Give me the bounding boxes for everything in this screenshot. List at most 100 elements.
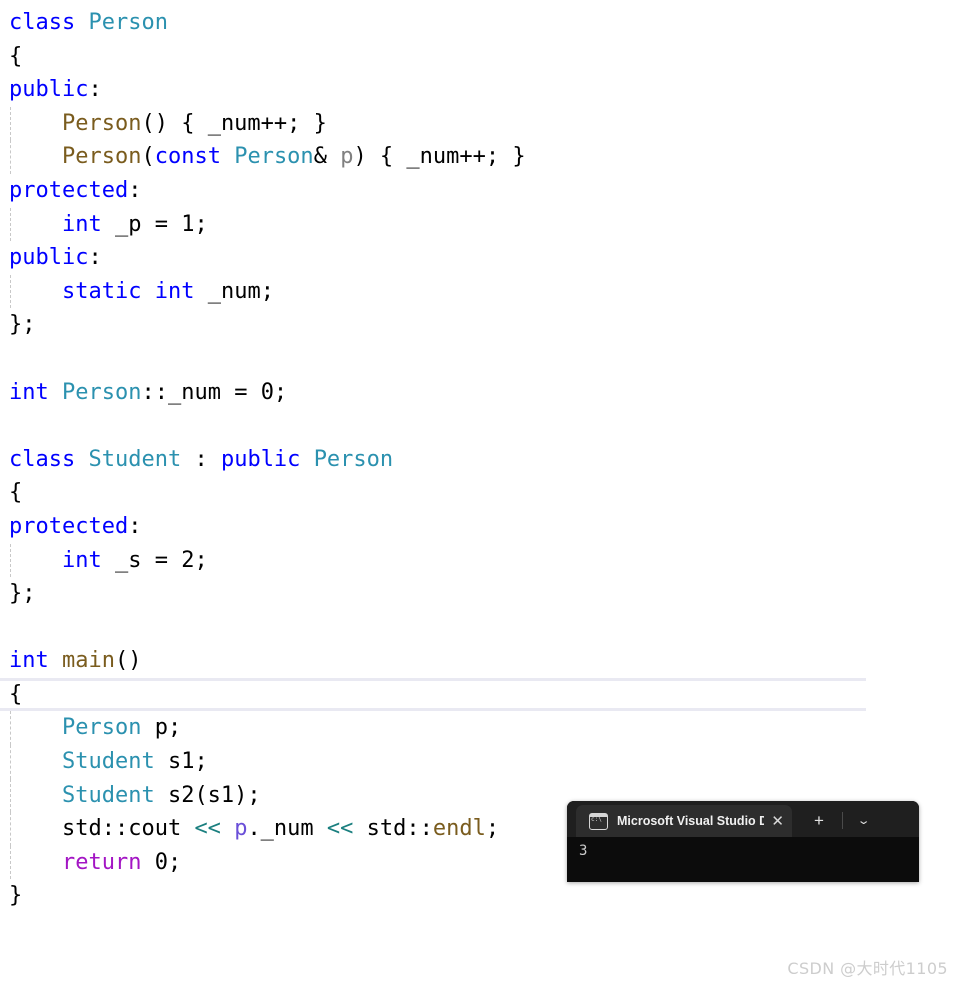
chevron-down-icon[interactable]: ⌄ (857, 816, 871, 827)
code-token: Person (61, 110, 142, 136)
code-token: << (194, 816, 221, 842)
code-token: class (9, 10, 76, 35)
code-token: return (61, 849, 142, 875)
code-line[interactable] (0, 611, 962, 645)
code-line[interactable]: int _p = 1; (0, 207, 962, 242)
code-line[interactable]: static int _num; (0, 274, 962, 309)
code-token: Person (61, 144, 142, 170)
code-token: endl (432, 816, 486, 842)
code-line[interactable]: Person() { _num++; } (0, 106, 962, 141)
code-token: Person (88, 10, 168, 35)
code-token: ; (485, 816, 500, 842)
code-token: << (326, 816, 354, 842)
code-line[interactable]: Person(const Person& p) { _num++; } (0, 140, 962, 174)
terminal-tab-title: Microsoft Visual Studio Debug (617, 814, 765, 828)
code-token: s2(s1); (154, 782, 261, 808)
code-token: Student (61, 782, 155, 808)
code-line[interactable] (0, 409, 962, 443)
code-token: : (128, 177, 142, 203)
code-token: Person (234, 144, 314, 170)
code-line[interactable]: Person p; (0, 711, 962, 745)
code-line[interactable]: public: (0, 73, 962, 107)
code-token: std:: (353, 816, 433, 842)
code-token: () (114, 648, 142, 674)
code-line[interactable] (0, 342, 962, 376)
code-token: : (128, 513, 142, 539)
code-token: & (313, 144, 341, 170)
code-token: int (61, 211, 102, 237)
code-token: protected (9, 513, 129, 539)
code-token: int (9, 379, 49, 405)
titlebar-divider (841, 812, 843, 829)
code-token: Person (313, 446, 394, 472)
code-token: public (220, 446, 301, 472)
code-line[interactable]: protected: (0, 510, 962, 544)
code-token: }; (9, 581, 36, 607)
watermark: CSDN @大时代1105 (787, 959, 948, 978)
code-token: () { _num++; } (141, 110, 327, 136)
code-token: { (9, 43, 23, 69)
terminal-tab[interactable]: Microsoft Visual Studio Debug ✕ (576, 805, 792, 837)
code-line[interactable]: class Student : public Person (0, 443, 962, 477)
code-token: : (181, 446, 221, 472)
code-token: ::_num = 0; (141, 379, 288, 405)
code-token: _num; (194, 278, 274, 304)
terminal-window[interactable]: Microsoft Visual Studio Debug ✕ + ⌄ 3 (567, 801, 919, 882)
code-line[interactable]: protected: (0, 174, 962, 208)
code-line[interactable]: Student s1; (0, 745, 962, 779)
code-line[interactable]: int Person::_num = 0; (0, 376, 962, 410)
code-line[interactable]: { (0, 476, 962, 510)
code-token: static (61, 278, 142, 304)
code-line[interactable]: }; (0, 308, 962, 342)
terminal-output[interactable]: 3 (567, 837, 919, 882)
terminal-output-line: 3 (579, 843, 588, 859)
code-line[interactable]: public: (0, 241, 962, 275)
code-area[interactable]: class Person{public: Person() { _num++; … (0, 0, 962, 913)
code-token: 0; (141, 849, 182, 875)
code-line[interactable]: } (0, 879, 962, 913)
code-token: main (62, 648, 115, 674)
code-token: : (88, 245, 102, 271)
code-token: const (154, 144, 221, 170)
code-line[interactable]: { (0, 40, 962, 74)
code-token: : (88, 77, 102, 103)
close-icon[interactable]: ✕ (771, 814, 784, 829)
code-line[interactable]: int _s = 2; (0, 543, 962, 578)
code-token: p (340, 144, 354, 170)
code-token: Student (61, 749, 155, 775)
code-line[interactable]: class Person (0, 6, 962, 40)
code-token: p (234, 816, 248, 842)
code-token: ._num (247, 816, 327, 842)
code-token: public (9, 77, 89, 103)
code-token: int (154, 278, 195, 304)
code-token: ) { _num++; } (353, 144, 526, 170)
code-line[interactable]: { (0, 677, 866, 712)
code-token: class (9, 446, 76, 472)
code-line[interactable]: int main() (0, 644, 962, 678)
code-token: protected (9, 177, 129, 203)
code-line[interactable]: }; (0, 577, 962, 611)
code-token: Person (62, 379, 142, 405)
code-token: public (9, 245, 89, 271)
new-tab-icon[interactable]: + (814, 812, 824, 829)
code-token: { (9, 681, 23, 707)
code-token: }; (9, 312, 36, 338)
code-token: int (9, 648, 49, 674)
terminal-titlebar[interactable]: Microsoft Visual Studio Debug ✕ + ⌄ (567, 801, 919, 837)
